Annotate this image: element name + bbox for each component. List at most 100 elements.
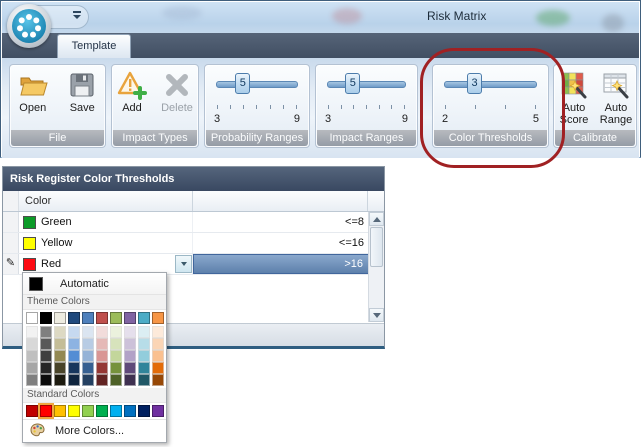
palette-swatch[interactable] <box>124 326 136 338</box>
palette-swatch[interactable] <box>152 312 164 324</box>
palette-swatch[interactable] <box>82 374 94 386</box>
table-row-green[interactable]: Green <=8 <box>3 212 384 233</box>
palette-swatch[interactable] <box>110 362 122 374</box>
palette-swatch[interactable] <box>124 362 136 374</box>
palette-swatch[interactable] <box>26 326 38 338</box>
auto-range-button[interactable]: Auto Range <box>596 69 636 126</box>
delete-button[interactable]: Delete <box>156 69 198 114</box>
palette-swatch[interactable] <box>138 350 150 362</box>
vertical-scrollbar[interactable] <box>368 212 384 322</box>
palette-swatch[interactable] <box>96 362 108 374</box>
palette-swatch[interactable] <box>96 374 108 386</box>
tab-template[interactable]: Template <box>57 34 131 58</box>
more-colors-item[interactable]: More Colors... <box>23 419 166 442</box>
palette-swatch[interactable] <box>40 312 52 324</box>
palette-swatch[interactable] <box>40 338 52 350</box>
palette-swatch[interactable] <box>96 312 108 324</box>
palette-swatch[interactable] <box>96 338 108 350</box>
palette-swatch[interactable] <box>152 405 164 417</box>
palette-swatch[interactable] <box>110 350 122 362</box>
probability-slider-thumb[interactable]: 5 <box>235 73 250 94</box>
palette-swatch[interactable] <box>68 374 80 386</box>
palette-swatch[interactable] <box>152 362 164 374</box>
palette-swatch[interactable] <box>138 374 150 386</box>
palette-swatch[interactable] <box>138 405 150 417</box>
palette-swatch[interactable] <box>82 326 94 338</box>
palette-icon <box>30 423 45 440</box>
table-row-yellow[interactable]: Yellow <=16 <box>3 233 384 254</box>
impact-slider-track[interactable] <box>327 81 406 88</box>
threshold-value-selected[interactable]: >16 <box>193 254 369 274</box>
palette-swatch[interactable] <box>26 338 38 350</box>
palette-swatch[interactable] <box>82 338 94 350</box>
threshold-value[interactable]: <=16 <box>193 233 369 253</box>
value-column-header[interactable] <box>193 191 368 211</box>
palette-swatch[interactable] <box>124 338 136 350</box>
save-button[interactable]: Save <box>60 69 106 114</box>
application-button[interactable] <box>7 4 51 48</box>
palette-swatch[interactable] <box>26 312 38 324</box>
palette-swatch[interactable] <box>54 362 66 374</box>
palette-swatch[interactable] <box>26 374 38 386</box>
palette-swatch[interactable] <box>40 350 52 362</box>
palette-swatch[interactable] <box>124 312 136 324</box>
palette-swatch[interactable] <box>82 350 94 362</box>
color-column-header[interactable]: Color <box>19 191 193 211</box>
palette-swatch[interactable] <box>110 374 122 386</box>
palette-swatch[interactable] <box>110 338 122 350</box>
palette-swatch[interactable] <box>82 362 94 374</box>
palette-swatch[interactable] <box>68 338 80 350</box>
palette-swatch[interactable] <box>26 350 38 362</box>
palette-swatch[interactable] <box>40 326 52 338</box>
palette-swatch[interactable] <box>54 405 66 417</box>
palette-swatch[interactable] <box>96 405 108 417</box>
palette-swatch[interactable] <box>26 405 38 417</box>
palette-swatch[interactable] <box>110 312 122 324</box>
palette-swatch[interactable] <box>152 326 164 338</box>
palette-swatch[interactable] <box>82 405 94 417</box>
palette-swatch[interactable] <box>138 362 150 374</box>
palette-swatch[interactable] <box>138 326 150 338</box>
palette-swatch[interactable] <box>26 362 38 374</box>
palette-swatch[interactable] <box>124 374 136 386</box>
palette-swatch[interactable] <box>40 374 52 386</box>
palette-swatch[interactable] <box>138 338 150 350</box>
palette-swatch[interactable] <box>152 374 164 386</box>
automatic-color-item[interactable]: Automatic <box>23 273 166 295</box>
palette-swatch[interactable] <box>54 338 66 350</box>
palette-swatch[interactable] <box>40 362 52 374</box>
palette-swatch[interactable] <box>152 350 164 362</box>
palette-swatch[interactable] <box>68 326 80 338</box>
palette-swatch[interactable] <box>68 362 80 374</box>
palette-swatch[interactable] <box>124 405 136 417</box>
palette-swatch[interactable] <box>68 350 80 362</box>
palette-swatch[interactable] <box>110 405 122 417</box>
palette-swatch[interactable] <box>82 312 94 324</box>
palette-swatch[interactable] <box>54 350 66 362</box>
palette-swatch[interactable] <box>40 405 52 417</box>
group-caption-impact-types: Impact Types <box>113 130 197 146</box>
palette-swatch[interactable] <box>54 326 66 338</box>
impact-slider-thumb[interactable]: 5 <box>345 73 360 94</box>
palette-swatch[interactable] <box>110 326 122 338</box>
scroll-down-button[interactable] <box>369 308 384 322</box>
palette-swatch[interactable] <box>54 374 66 386</box>
palette-swatch[interactable] <box>96 326 108 338</box>
palette-swatch[interactable] <box>68 405 80 417</box>
add-button[interactable]: Add <box>112 69 152 114</box>
scrollbar-thumb[interactable] <box>370 227 383 267</box>
palette-swatch[interactable] <box>138 312 150 324</box>
group-impact-ranges: 5 3 9 Impact Ranges <box>315 64 418 148</box>
scroll-up-button[interactable] <box>369 212 384 226</box>
palette-swatch[interactable] <box>152 338 164 350</box>
palette-swatch[interactable] <box>68 312 80 324</box>
qat-dropdown-icon[interactable] <box>73 11 81 19</box>
row-indicator <box>3 233 19 253</box>
palette-swatch[interactable] <box>124 350 136 362</box>
palette-swatch[interactable] <box>96 350 108 362</box>
threshold-value[interactable]: <=8 <box>193 212 369 232</box>
palette-swatch[interactable] <box>54 312 66 324</box>
open-button[interactable]: Open <box>10 69 56 114</box>
color-dropdown-button[interactable] <box>175 255 192 273</box>
probability-slider-track[interactable] <box>216 81 298 88</box>
